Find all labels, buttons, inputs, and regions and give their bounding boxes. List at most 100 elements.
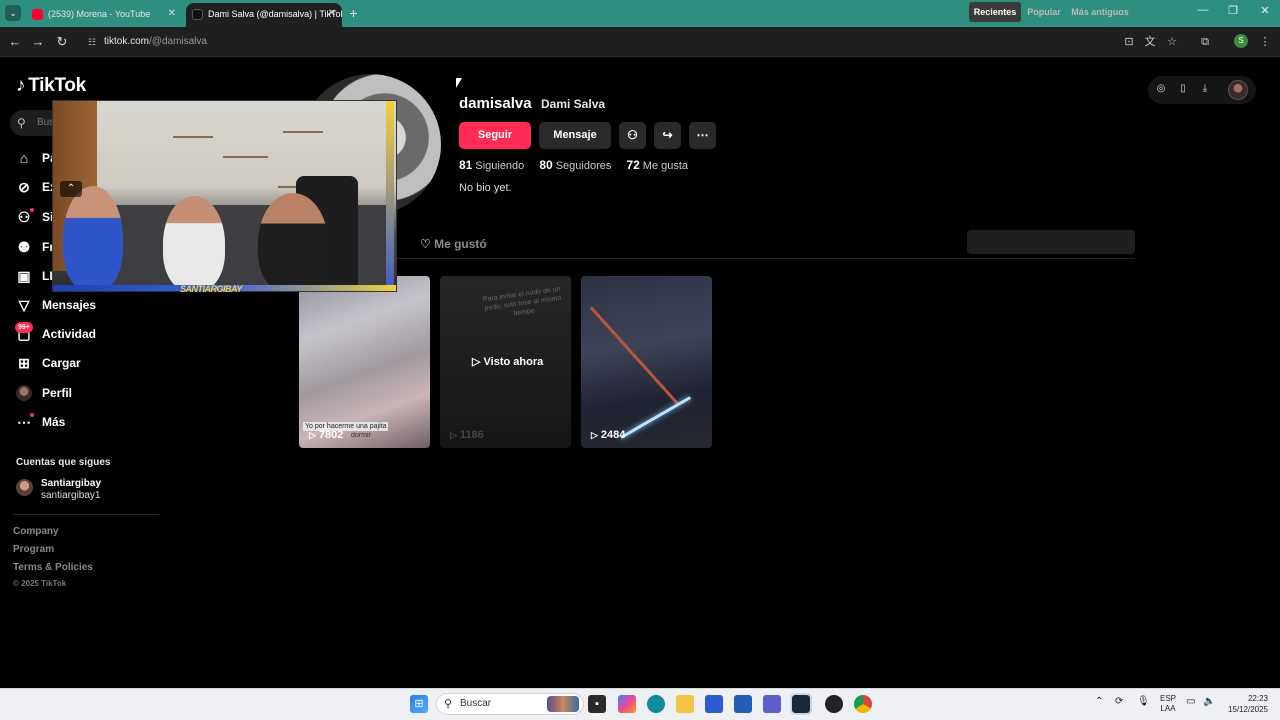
sidebar-item-following[interactable]: ⚇ Si [16,206,54,228]
tray-chevron-icon[interactable]: ⌃ [1095,696,1103,707]
sidebar-item-more[interactable]: ⋯ Más [16,411,65,433]
sidebar-item-friends[interactable]: ⚉ Fr [16,236,54,258]
close-tab-icon[interactable]: ✕ [328,3,336,25]
tab-title: Dami Salva (@damisalva) | TikTok [208,9,342,19]
tiktok-logo[interactable]: ♪ TikTok [16,75,86,97]
more-options-icon[interactable]: ⋯ [689,122,716,149]
browser-profile-avatar[interactable]: S [1234,34,1248,48]
youtube-icon [32,9,43,20]
store-icon[interactable] [705,695,723,713]
close-tab-icon[interactable]: ✕ [168,3,176,25]
task-view-icon[interactable]: ▪ [588,695,606,713]
webcam-person [63,186,123,291]
browser-menu-icon[interactable]: ⋮ [1258,35,1272,49]
new-tab-button[interactable]: + [345,5,362,22]
notification-dot [30,208,34,212]
search-icon: ⚲ [17,116,26,130]
edge-icon[interactable] [647,695,665,713]
avatar[interactable] [1228,80,1248,100]
sidebar-item-upload[interactable]: ⊞ Cargar [16,352,81,374]
minimize-icon[interactable]: — [1188,4,1218,16]
liked-hidden-icon: ♡ [420,237,435,251]
video-caption: dormir [351,432,371,439]
video-card[interactable]: Para evitar el ruido de un pedo, solo to… [440,276,571,448]
tray-sync-icon[interactable]: ⟳ [1115,696,1123,707]
steam-icon[interactable] [790,693,812,715]
teams-icon[interactable] [763,695,781,713]
collapse-overlay-icon[interactable]: ⌃ [60,181,82,197]
sidebar-item-messages[interactable]: ▽ Mensajes [16,294,96,316]
video-card[interactable]: Yo por hacerme una pajita dormir ▷ 7802 [299,276,430,448]
sidebar-item-live[interactable]: ▣ LI [16,265,52,287]
followers-label[interactable]: Seguidores [556,160,612,172]
video-card[interactable]: ▷ 2484 [581,276,712,448]
taskbar-clock[interactable]: 22:23 15/12/2025 [1222,693,1268,715]
install-app-icon[interactable]: ⊡ [1122,35,1136,49]
sidebar-item-explore[interactable]: ⊘ Ex [16,176,57,198]
video-thumbnail-detail [620,396,692,439]
sidebar-item-profile[interactable]: Perfil [16,382,72,404]
tab-liked[interactable]: ♡ Me gustó [420,237,487,251]
chrome-icon[interactable] [854,695,872,713]
taskbar-search[interactable]: ⚲ Buscar [436,693,584,715]
followed-account-name[interactable]: Santiargibay [41,478,101,489]
footer-link-company[interactable]: Company [13,526,59,537]
back-icon[interactable]: ← [7,34,23,50]
address-bar[interactable]: ☷ tiktok.com/@damisalva [84,30,1144,54]
url-path: /@damisalva [149,36,207,47]
webcam-person [258,193,328,291]
translate-icon[interactable]: 文 [1143,35,1157,49]
reload-icon[interactable]: ↻ [54,34,70,50]
followers-count: 80 [539,158,553,172]
footer-link-terms[interactable]: Terms & Policies [13,562,93,573]
share-icon[interactable]: ↪ [654,122,681,149]
windows-start-icon[interactable]: ⊞ [410,695,428,713]
sidebar-item-label: Perfil [42,386,73,400]
divider [300,258,1135,259]
sidebar-item-home[interactable]: ⌂ Pa [16,147,57,169]
profile-nickname: Dami Salva [541,97,606,111]
obs-icon[interactable] [825,695,843,713]
network-icon[interactable]: ▭ [1186,696,1195,707]
site-info-icon[interactable]: ☷ [88,30,96,54]
avatar[interactable] [16,479,33,496]
close-window-icon[interactable]: ✕ [1250,4,1280,17]
volume-icon[interactable]: 🔈 [1203,696,1215,707]
sidebar-item-label: Cargar [42,356,81,370]
forward-icon[interactable]: → [30,34,46,50]
message-button[interactable]: Mensaje [539,122,611,149]
url-domain: tiktok.com [104,36,150,47]
tab-youtube[interactable]: (2539) Morena - YouTube ✕ [26,3,182,27]
tab-tiktok[interactable]: Dami Salva (@damisalva) | TikTok ✕ [186,3,342,27]
device-icon[interactable]: ▯ [1176,83,1190,94]
restore-icon[interactable]: ❐ [1218,4,1248,17]
following-label[interactable]: Siguiendo [475,160,524,172]
copilot-icon[interactable] [618,695,636,713]
add-friend-icon[interactable]: ⚇ [619,122,646,149]
webcam-frame [386,101,394,291]
sort-segmented-control [967,230,1135,254]
search-highlight-icon [547,696,579,712]
upload-icon: ⊞ [18,355,30,371]
sort-oldest[interactable]: Más antiguos [1067,2,1133,22]
tab-search-icon[interactable]: ⌄ [5,5,21,21]
file-explorer-icon[interactable] [676,695,694,713]
webcam-overlay[interactable] [52,100,397,292]
search-icon: ⚲ [444,698,453,710]
download-icon[interactable]: ⤓ [1198,83,1212,94]
sort-popular[interactable]: Popular [1023,2,1065,22]
play-icon: ▷ [309,430,316,440]
copyright: © 2025 TikTok [13,579,67,588]
footer-link-program[interactable]: Program [13,544,54,555]
outlook-icon[interactable] [734,695,752,713]
language-indicator[interactable]: ESP LAA [1160,694,1176,714]
followed-account-username[interactable]: santiargibay1 [41,490,100,501]
watched-now-label: ▷ Visto ahora [472,355,543,368]
sort-recent[interactable]: Recientes [969,2,1021,22]
bookmark-star-icon[interactable]: ☆ [1165,35,1179,49]
coins-icon[interactable]: ◎ [1154,83,1168,94]
follow-button[interactable]: Seguir [459,122,531,149]
microphone-icon[interactable]: 🎙 [1137,696,1150,707]
webcam-scene [173,136,213,138]
extensions-icon[interactable]: ⧉ [1198,35,1212,49]
